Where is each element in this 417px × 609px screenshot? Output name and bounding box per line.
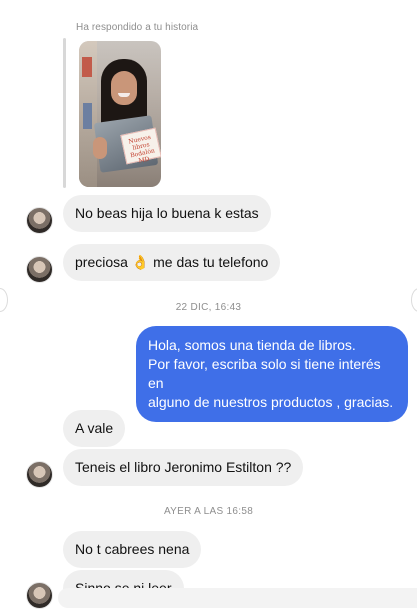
story-thumbnail[interactable]: Nuevos libros Bodalón MD <box>79 41 161 187</box>
sender-avatar[interactable] <box>26 256 53 283</box>
story-book-spine <box>83 103 92 129</box>
timestamp: AYER A LAS 16:58 <box>163 506 254 517</box>
incoming-message: Teneis el libro Jeronimo Estilton ?? <box>63 449 304 486</box>
message-text: No beas hija lo buena k estas <box>75 205 259 221</box>
incoming-message: No t cabrees nena <box>63 531 202 568</box>
message-line: Por favor, escriba solo si tiene interés… <box>148 356 381 391</box>
message-text: Teneis el libro Jeronimo Estilton ?? <box>75 459 292 475</box>
sender-avatar[interactable] <box>26 582 53 609</box>
message-text: A vale <box>75 420 114 436</box>
message-composer[interactable] <box>58 588 417 608</box>
sender-avatar[interactable] <box>26 207 53 234</box>
story-reply-label: Ha respondido a tu historia <box>76 22 199 33</box>
story-reply-indicator <box>63 38 66 188</box>
message-text: No t cabrees nena <box>75 541 190 557</box>
incoming-message: preciosa 👌 me das tu telefono <box>63 244 281 281</box>
sender-avatar[interactable] <box>26 461 53 488</box>
story-book-spine <box>82 57 92 77</box>
timestamp: 22 DIC, 16:43 <box>175 302 242 313</box>
message-text: me das tu telefono <box>149 254 269 270</box>
story-person-face <box>111 71 137 105</box>
message-text: preciosa <box>75 254 132 270</box>
ok-hand-emoji-icon: 👌 <box>131 255 150 271</box>
incoming-message: A vale <box>63 410 126 447</box>
incoming-message: No beas hija lo buena k estas <box>63 195 271 232</box>
message-line: alguno de nuestros productos , gracias. <box>148 394 394 410</box>
outgoing-message: Hola, somos una tienda de libros. Por fa… <box>136 326 408 422</box>
story-hand <box>93 137 107 159</box>
message-line: Hola, somos una tienda de libros. <box>148 337 356 353</box>
